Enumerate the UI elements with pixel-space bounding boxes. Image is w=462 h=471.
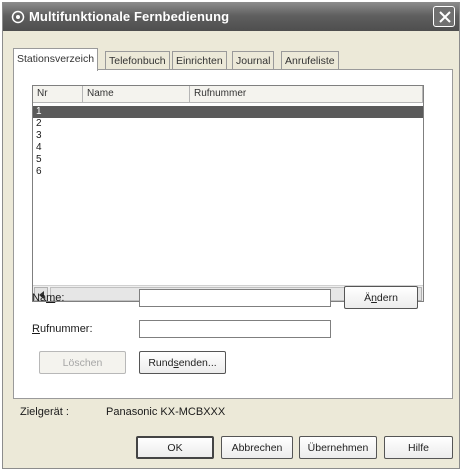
- dialog-window: Multifunktionale Fernbedienung Stationsv…: [2, 2, 460, 469]
- delete-button[interactable]: Löschen: [39, 351, 126, 374]
- cancel-button[interactable]: Abbrechen: [221, 436, 293, 459]
- name-label: Name:: [32, 292, 65, 304]
- broadcast-button[interactable]: Rund s enden...: [139, 351, 226, 374]
- list-item[interactable]: 5: [33, 154, 423, 166]
- title-bar[interactable]: Multifunktionale Fernbedienung: [3, 3, 459, 31]
- tab-panel-stationsverzeichnis: Nr Name Rufnummer 1 2 3 4 5 6 Name: Än de…: [13, 69, 453, 399]
- list-item[interactable]: 2: [33, 118, 423, 130]
- number-label: Rufnummer:: [32, 323, 93, 335]
- apply-button[interactable]: Übernehmen: [299, 436, 377, 459]
- number-input[interactable]: [139, 320, 331, 338]
- list-header: Nr Name Rufnummer: [33, 86, 423, 103]
- list-item[interactable]: 1: [33, 106, 423, 118]
- close-icon: [439, 11, 451, 23]
- name-input[interactable]: [139, 289, 331, 307]
- target-device-label: Zielgerät :: [20, 406, 69, 418]
- station-list[interactable]: Nr Name Rufnummer 1 2 3 4 5 6: [32, 85, 424, 302]
- list-item[interactable]: 6: [33, 166, 423, 178]
- list-item[interactable]: 4: [33, 142, 423, 154]
- column-header-name[interactable]: Name: [83, 86, 190, 103]
- column-header-nr[interactable]: Nr: [33, 86, 83, 103]
- window-title: Multifunktionale Fernbedienung: [29, 9, 230, 24]
- tab-journal[interactable]: Journal: [232, 51, 275, 70]
- remote-control-icon: [11, 10, 25, 24]
- target-device-value: Panasonic KX-MCBXXX: [106, 406, 226, 418]
- close-button[interactable]: [433, 6, 455, 27]
- tab-anrufeliste[interactable]: Anrufeliste: [281, 51, 339, 70]
- ok-button[interactable]: OK: [136, 436, 214, 459]
- column-header-rufnummer[interactable]: Rufnummer: [190, 86, 423, 103]
- tab-telefonbuch[interactable]: Telefonbuch: [105, 51, 170, 70]
- list-item[interactable]: 3: [33, 130, 423, 142]
- tab-stationsverzeichnis[interactable]: Stationsverzeich: [13, 48, 99, 71]
- tab-einrichten[interactable]: Einrichten: [172, 51, 227, 70]
- change-button[interactable]: Än dern: [344, 286, 418, 309]
- help-button[interactable]: Hilfe: [384, 436, 453, 459]
